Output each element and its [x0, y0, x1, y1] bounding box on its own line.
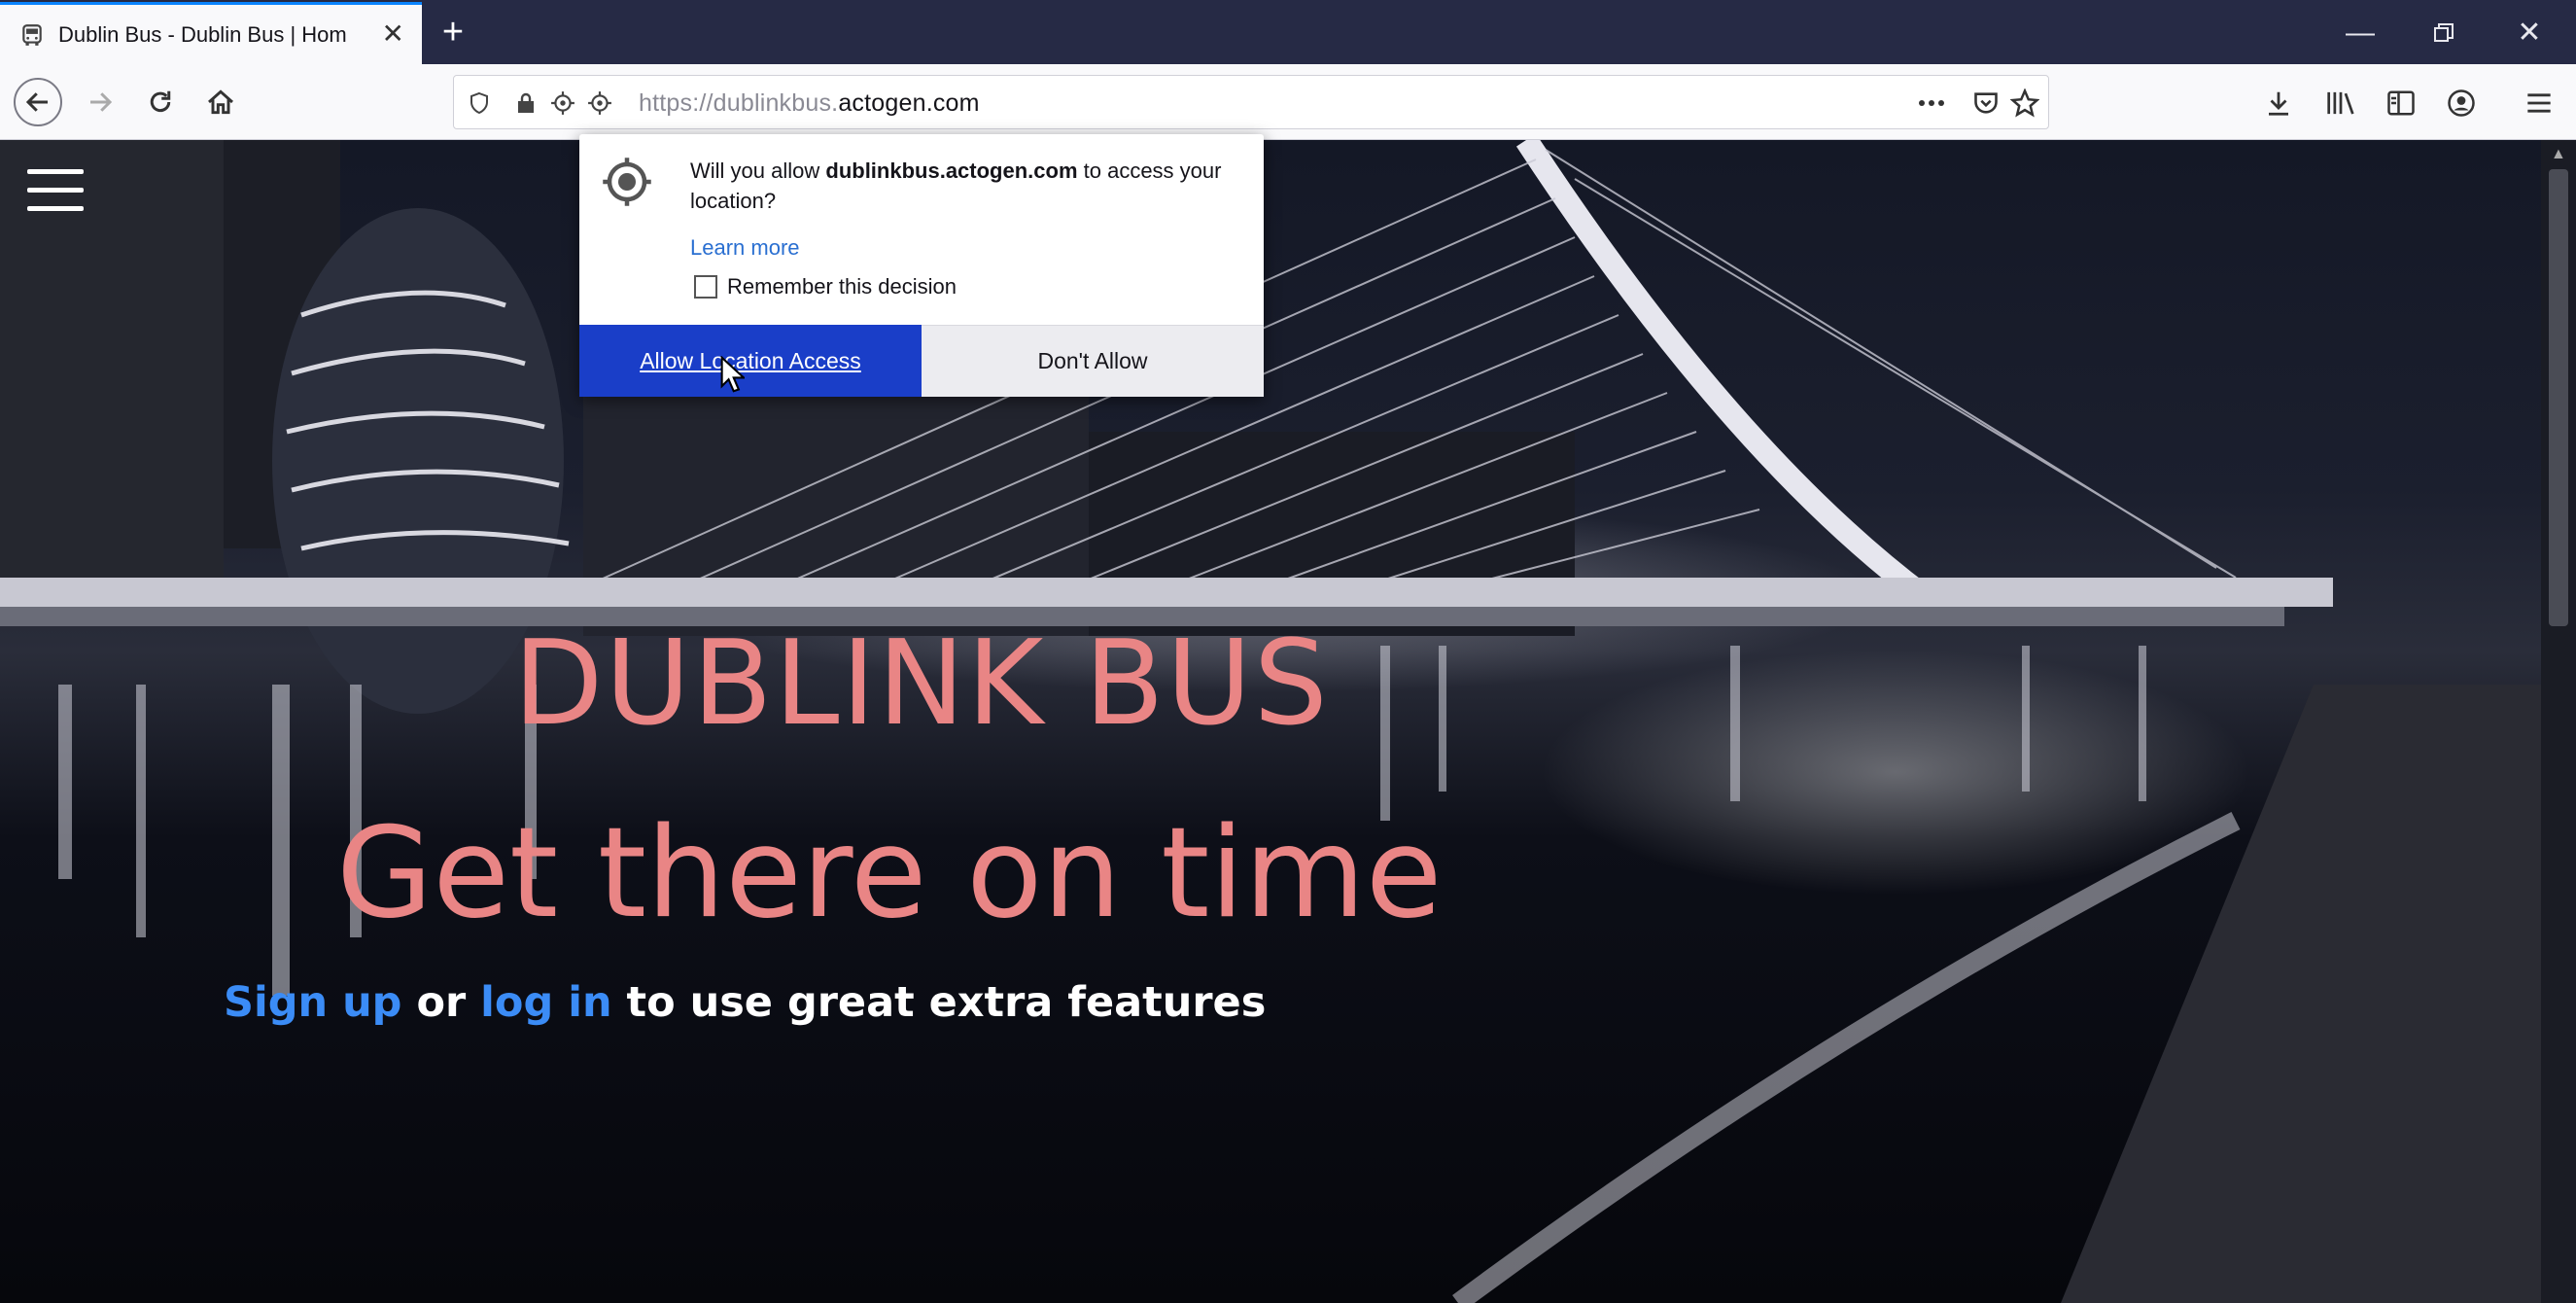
allow-location-button[interactable]: Allow Location Access	[579, 325, 922, 397]
location-request-icon[interactable]	[584, 88, 615, 119]
log-in-link[interactable]: log in	[480, 978, 611, 1027]
hero-tagline: Get there on time	[336, 801, 1443, 946]
address-bar[interactable]: https://dublinkbus.actogen.com	[453, 75, 2049, 129]
location-permission-popup: Will you allow dublinkbus.actogen.com to…	[579, 134, 1264, 397]
bus-icon	[22, 23, 42, 46]
page-actions-icon[interactable]	[1916, 88, 1947, 119]
minimize-icon[interactable]: —	[2341, 14, 2380, 53]
back-icon[interactable]	[14, 78, 62, 126]
hamburger-menu-icon[interactable]	[27, 169, 84, 216]
browser-navbar: https://dublinkbus.actogen.com	[0, 64, 2576, 140]
remember-decision-checkbox[interactable]: Remember this decision	[694, 274, 957, 299]
site-title: DUBLINK BUS	[513, 616, 1330, 752]
restore-icon[interactable]	[2424, 14, 2463, 53]
lock-icon[interactable]	[510, 88, 541, 119]
checkbox-box[interactable]	[694, 275, 717, 299]
mouse-cursor-icon	[720, 356, 745, 393]
library-icon[interactable]	[2319, 82, 2362, 124]
new-tab-button[interactable]: +	[434, 14, 472, 53]
close-tab-icon[interactable]: ✕	[382, 20, 404, 48]
app-menu-icon[interactable]	[2518, 82, 2560, 124]
reload-icon[interactable]	[136, 78, 185, 126]
forward-icon[interactable]	[76, 78, 124, 126]
home-icon[interactable]	[196, 78, 245, 126]
dont-allow-button[interactable]: Don't Allow	[922, 325, 1264, 397]
auth-prompt: Sign up or log in to use great extra fea…	[224, 978, 1267, 1027]
sign-up-link[interactable]: Sign up	[224, 978, 401, 1027]
pocket-icon[interactable]	[1970, 88, 2002, 119]
browser-tab[interactable]: Dublin Bus - Dublin Bus | Hom ✕	[0, 2, 422, 64]
close-window-icon[interactable]: ✕	[2510, 14, 2549, 53]
page-hero-background: DUBLINK BUS Get there on time Sign up or…	[0, 140, 2541, 1303]
remember-decision-label: Remember this decision	[727, 274, 957, 299]
downloads-icon[interactable]	[2257, 82, 2300, 124]
browser-titlebar: Dublin Bus - Dublin Bus | Hom ✕ + — ✕	[0, 0, 2576, 64]
scrollbar-thumb[interactable]	[2549, 169, 2568, 626]
tracking-shield-icon[interactable]	[464, 88, 495, 119]
permission-message: Will you allow dublinkbus.actogen.com to…	[690, 158, 1222, 213]
location-target-icon	[603, 158, 651, 206]
bookmark-star-icon[interactable]	[2009, 88, 2040, 119]
sidebar-icon[interactable]	[2380, 82, 2422, 124]
url-text: https://dublinkbus.actogen.com	[639, 89, 980, 117]
learn-more-link[interactable]: Learn more	[690, 235, 800, 261]
account-icon[interactable]	[2440, 82, 2483, 124]
location-permission-icon[interactable]	[547, 88, 578, 119]
page-scrollbar[interactable]: ▲	[2541, 140, 2576, 1303]
scroll-up-icon[interactable]: ▲	[2551, 146, 2566, 163]
tab-title: Dublin Bus - Dublin Bus | Hom	[58, 21, 347, 47]
